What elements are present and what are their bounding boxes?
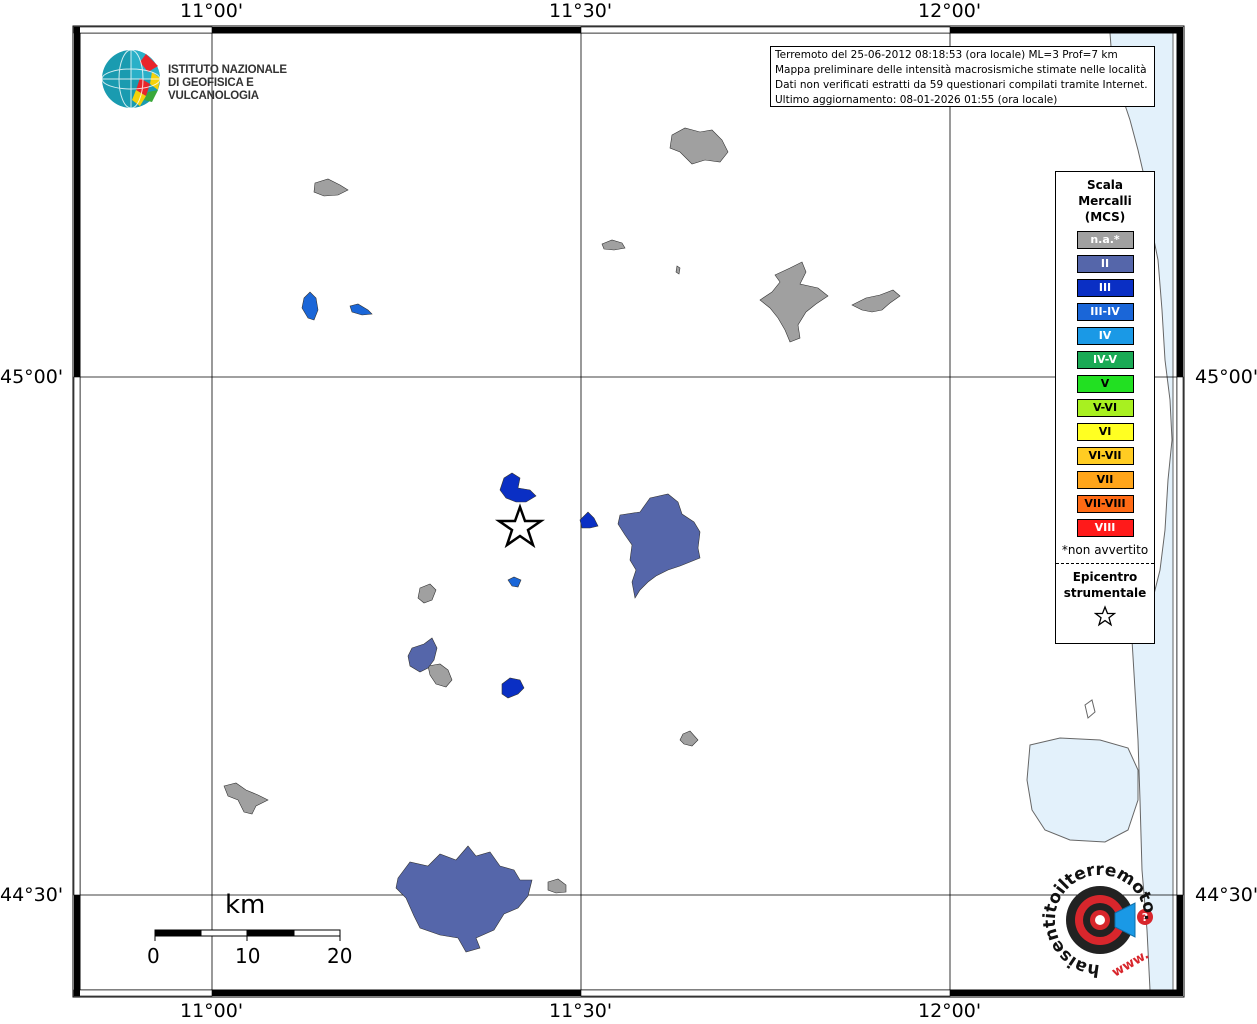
scale-tick-20: 20: [327, 944, 353, 968]
scale-bar: [154, 929, 341, 941]
legend-item: V-VI: [1076, 399, 1134, 417]
info-line-data: Dati non verificati estratti da 59 quest…: [775, 79, 1148, 91]
lon-label-top-1100: 11°00': [180, 0, 244, 22]
legend-item: III-IV: [1076, 303, 1134, 321]
legend-divider: [1056, 563, 1154, 564]
brand-www: www.: [1110, 947, 1152, 980]
star-icon: [1056, 605, 1154, 631]
ingv-logo: ISTITUTO NAZIONALE DI GEOFISICA E VULCAN…: [100, 48, 330, 110]
logo-line2: DI GEOFISICA E VULCANOLOGIA: [168, 77, 259, 102]
lon-label-top-1130: 11°30': [549, 0, 613, 22]
area-na: [851, 289, 901, 313]
area-na: [547, 878, 567, 894]
lagoon-area: [1026, 737, 1139, 843]
area-iii: [501, 677, 525, 699]
legend-title-line1: Scala: [1086, 178, 1124, 192]
area-na: [601, 239, 626, 251]
logo-line1: ISTITUTO NAZIONALE: [168, 64, 287, 76]
legend-item: VIII: [1076, 519, 1134, 537]
legend-item: VII: [1076, 471, 1134, 489]
area-na: [417, 583, 437, 604]
globe-icon: [101, 49, 161, 109]
area-ii: [617, 493, 701, 599]
area-iii: [579, 511, 599, 529]
haisentito-logo: ? haisentitoilterremoto.it www.: [1031, 840, 1165, 985]
legend-item: VI-VII: [1076, 447, 1134, 465]
lagoon-islet: [1084, 699, 1096, 719]
area-na: [223, 782, 269, 815]
area-na: [313, 178, 349, 197]
legend-note: *non avvertito: [1061, 543, 1149, 557]
scale-tick-10: 10: [235, 944, 261, 968]
info-line-map: Mappa preliminare delle intensità macros…: [775, 64, 1147, 76]
lat-label-right-4430: 44°30': [1195, 884, 1257, 906]
area-na: [427, 663, 453, 688]
area-na: [679, 730, 699, 747]
legend-items: n.a.* II III III-IV IV IV-V V V-VI VI VI-VII VII VI…: [1056, 231, 1154, 537]
legend-item: VII-VIII: [1076, 495, 1134, 513]
legend-item: III: [1076, 279, 1134, 297]
area-iii-iv: [301, 291, 319, 321]
legend-epi-line2: strumentale: [1063, 586, 1147, 600]
map-frame: [72, 25, 1185, 998]
lat-label-left-4430: 44°30': [0, 884, 64, 906]
lon-label-bottom-1200: 12°00': [918, 1000, 982, 1022]
area-na: [759, 261, 829, 343]
info-line-event: Terremoto del 25-06-2012 08:18:53 (ora l…: [775, 49, 1118, 61]
area-iii-iv: [349, 303, 373, 316]
legend-item: II: [1076, 255, 1134, 273]
area-iii-iv: [507, 576, 522, 588]
lon-label-bottom-1130: 11°30': [549, 1000, 613, 1022]
graticule: [80, 33, 1177, 990]
scale-tick-0: 0: [147, 944, 160, 968]
event-info-box: Terremoto del 25-06-2012 08:18:53 (ora l…: [770, 46, 1155, 107]
legend-title-line2: Mercalli: [1078, 194, 1132, 208]
lat-label-right-4500: 45°00': [1195, 366, 1257, 388]
legend-item: VI: [1076, 423, 1134, 441]
speaker-target-icon: ? haisentitoilterremoto.it www.: [1031, 840, 1160, 980]
area-na: [669, 127, 729, 165]
area-na: [675, 265, 681, 275]
legend-title-line3: (MCS): [1084, 210, 1126, 224]
info-line-update: Ultimo aggiornamento: 08-01-2026 01:55 (…: [775, 94, 1058, 106]
scale-bar-unit: km: [225, 890, 266, 920]
mcs-legend: Scala Mercalli (MCS) n.a.* II III III-IV IV I…: [1055, 171, 1155, 644]
legend-epi-line1: Epicentro: [1072, 570, 1138, 584]
epicenter-star: [494, 503, 546, 549]
legend-item: IV: [1076, 327, 1134, 345]
area-iii: [499, 472, 537, 503]
lon-label-top-1200: 12°00': [918, 0, 982, 22]
legend-item: V: [1076, 375, 1134, 393]
legend-item: IV-V: [1076, 351, 1134, 369]
lon-label-bottom-1100: 11°00': [180, 1000, 244, 1022]
area-ii: [395, 845, 533, 953]
legend-epicenter-label: Epicentro strumentale: [1056, 569, 1154, 601]
legend-item: n.a.*: [1076, 231, 1134, 249]
lat-label-left-4500: 45°00': [0, 366, 64, 388]
municipalities: [223, 127, 901, 953]
legend-title: Scala Mercalli (MCS): [1056, 177, 1154, 225]
